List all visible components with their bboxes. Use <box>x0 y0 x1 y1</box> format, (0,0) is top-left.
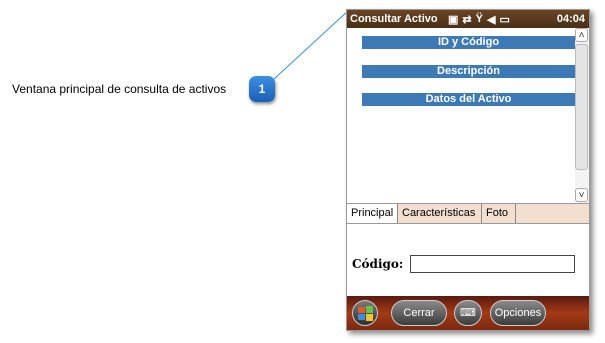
section-id-codigo[interactable]: ID y Código <box>362 36 575 49</box>
close-button[interactable]: Cerrar <box>391 300 447 326</box>
title-bar: Consultar Activo ▣ ⇄ Ϋ ◀ ▭ 04:04 <box>347 10 589 28</box>
device-window: Consultar Activo ▣ ⇄ Ϋ ◀ ▭ 04:04 ID y Có… <box>346 9 590 331</box>
code-label: Código: <box>352 257 404 271</box>
speaker-mute-icon[interactable]: ◀ <box>487 13 495 26</box>
scroll-down-button[interactable]: ˅ <box>575 188 588 202</box>
tab-strip: Principal Características Foto <box>347 203 589 224</box>
clock: 04:04 <box>556 13 585 25</box>
section-descripcion[interactable]: Descripción <box>362 65 575 78</box>
scroll-up-button[interactable]: ˄ <box>575 28 588 42</box>
callout-badge: 1 <box>249 76 275 102</box>
form-area: Código: <box>347 223 589 297</box>
options-button[interactable]: Opciones <box>490 300 546 326</box>
code-input[interactable] <box>410 255 575 273</box>
signal-off-icon[interactable]: Ϋ <box>476 13 483 25</box>
section-datos-activo[interactable]: Datos del Activo <box>362 93 575 106</box>
scroll-thumb[interactable] <box>575 44 588 170</box>
menu-bar: Cerrar ⌨ Opciones <box>347 296 589 330</box>
vertical-scrollbar[interactable]: ˄ ˅ <box>575 28 589 203</box>
tab-caracteristicas[interactable]: Características <box>398 204 482 223</box>
tab-foto[interactable]: Foto <box>482 204 516 223</box>
windows-logo-icon <box>358 306 373 321</box>
battery-icon[interactable]: ▭ <box>499 13 509 26</box>
tab-principal[interactable]: Principal <box>347 204 398 223</box>
window-title: Consultar Activo <box>350 13 438 25</box>
start-button[interactable] <box>352 300 378 326</box>
sync-icon[interactable]: ⇄ <box>462 13 471 26</box>
keyboard-icon: ⌨ <box>460 307 476 319</box>
content-area: ID y Código Descripción Datos del Activo <box>347 28 575 203</box>
notification-icon[interactable]: ▣ <box>448 13 458 26</box>
keyboard-button[interactable]: ⌨ <box>454 300 482 326</box>
